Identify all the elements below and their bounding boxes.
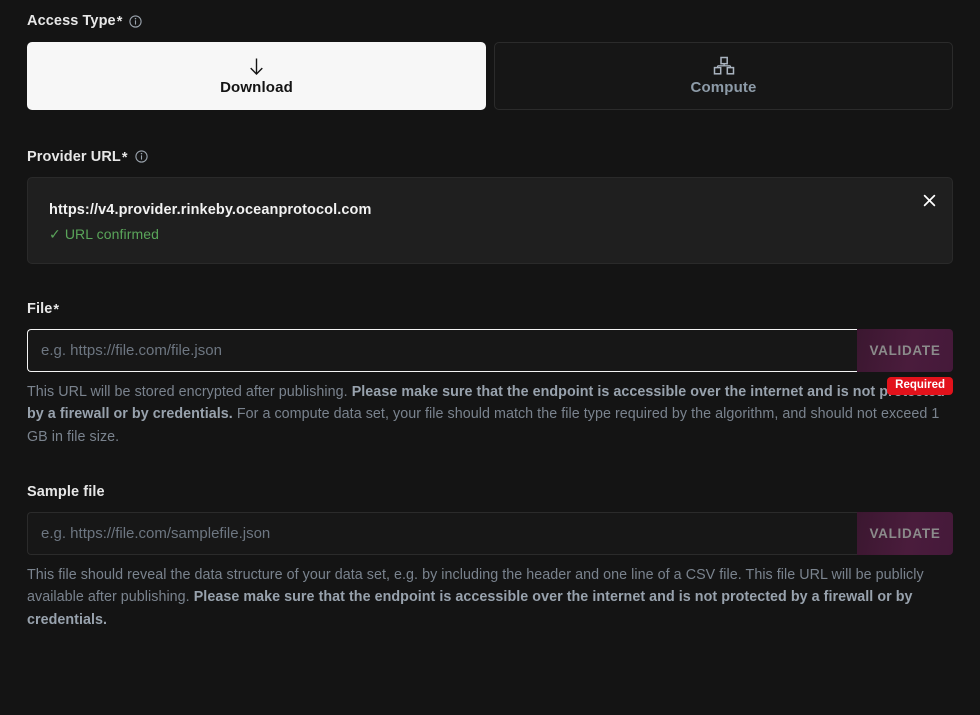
- hierarchy-boxes-icon: [713, 55, 735, 77]
- file-url-input[interactable]: [27, 328, 857, 372]
- access-type-section: Access Type * Download Compute: [27, 0, 953, 110]
- file-help-part1: This URL will be stored encrypted after …: [27, 383, 352, 400]
- file-required-marker: *: [53, 302, 60, 318]
- provider-url-value: https://v4.provider.rinkeby.oceanprotoco…: [49, 202, 372, 218]
- sample-file-input-row: VALIDATE: [27, 511, 953, 555]
- info-circle-icon[interactable]: [129, 15, 143, 28]
- sample-file-url-input[interactable]: [27, 511, 857, 555]
- provider-url-status: ✓ URL confirmed: [49, 226, 952, 243]
- check-icon: ✓: [49, 226, 61, 242]
- access-type-label-text: Access Type: [27, 13, 116, 29]
- sample-file-help-text: This file should reveal the data structu…: [27, 564, 953, 632]
- file-section: File* VALIDATE Required This URL will be…: [27, 302, 953, 448]
- file-required-badge: Required: [887, 376, 953, 395]
- publish-form-page: Access Type * Download Compute Provider …: [0, 0, 980, 715]
- access-type-required-marker: *: [116, 14, 123, 30]
- sample-file-label-text: Sample file: [27, 484, 105, 500]
- provider-url-label: Provider URL *: [27, 148, 953, 166]
- provider-url-label-text: Provider URL: [27, 148, 121, 165]
- info-circle-icon[interactable]: [134, 150, 148, 163]
- provider-url-confirmed-box: https://v4.provider.rinkeby.oceanprotoco…: [27, 177, 953, 264]
- provider-url-required-marker: *: [121, 149, 128, 166]
- file-help-text: This URL will be stored encrypted after …: [27, 381, 953, 449]
- access-type-option-download-label: Download: [220, 79, 293, 96]
- access-type-option-compute[interactable]: Compute: [494, 41, 953, 110]
- sample-file-validate-button[interactable]: VALIDATE: [857, 511, 953, 555]
- file-label-text: File: [27, 301, 53, 317]
- access-type-option-compute-label: Compute: [690, 79, 757, 96]
- file-validate-button[interactable]: VALIDATE: [857, 328, 953, 372]
- access-type-options: Download Compute: [27, 41, 953, 110]
- close-x-icon[interactable]: [920, 191, 938, 209]
- access-type-label: Access Type *: [27, 14, 953, 29]
- access-type-option-download[interactable]: Download: [27, 41, 486, 110]
- provider-url-status-text: URL confirmed: [64, 226, 159, 242]
- sample-file-label: Sample file: [27, 485, 953, 500]
- file-label: File *: [27, 302, 953, 317]
- file-input-row: VALIDATE Required: [27, 328, 953, 395]
- arrow-down-icon: [248, 55, 265, 77]
- sample-file-section: Sample file VALIDATE This file should re…: [27, 485, 953, 631]
- provider-url-section: Provider URL * https://v4.provider.rinkeb…: [27, 148, 953, 264]
